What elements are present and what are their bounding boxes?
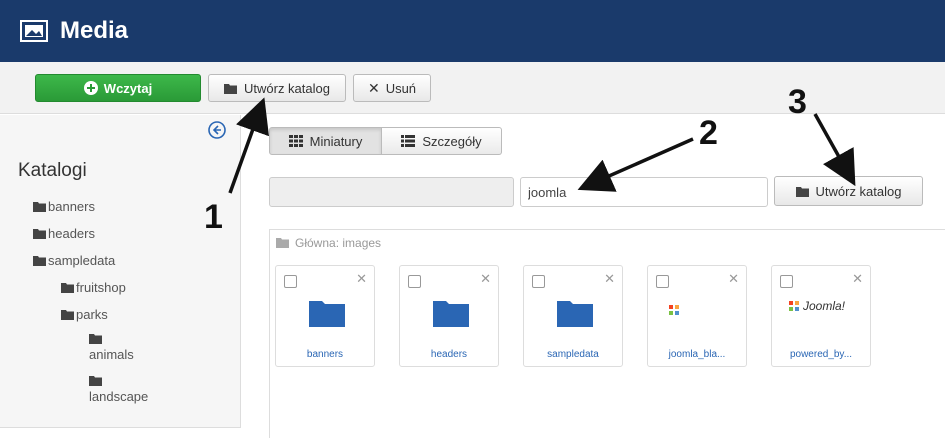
delete-item-icon[interactable]: ✕ [728, 271, 739, 287]
joomla-logo-icon [669, 305, 679, 315]
folder-open-icon [795, 186, 809, 197]
joomla-brand-text: Joomla! [803, 299, 846, 313]
folder-icon [557, 301, 593, 327]
sidebar-title: Katalogi [18, 160, 87, 181]
folder-icon [89, 376, 102, 386]
folder-name-input[interactable] [520, 177, 768, 207]
joomla-logo-icon [789, 301, 799, 311]
tree-item-landscape[interactable]: landscape [89, 376, 148, 404]
media-item-banners[interactable]: ✕ banners [275, 265, 375, 367]
media-icon [20, 20, 48, 42]
folder-icon [61, 282, 74, 293]
list-icon [401, 135, 416, 147]
create-folder-button[interactable]: Utwórz katalog [774, 176, 923, 206]
tree-item-banners[interactable]: banners [33, 199, 95, 214]
delete-item-icon[interactable]: ✕ [356, 271, 367, 287]
grid-icon [288, 135, 303, 147]
annotation-number-2: 2 [699, 114, 718, 152]
app-header: Media [0, 0, 945, 62]
delete-label: Usuń [385, 80, 417, 96]
media-item-headers[interactable]: ✕ headers [399, 265, 499, 367]
delete-button[interactable]: ✕ Usuń [353, 74, 431, 102]
folder-icon [33, 201, 46, 212]
folder-icon [33, 228, 46, 239]
tree-item-sampledata[interactable]: sampledata [33, 253, 115, 268]
select-checkbox[interactable] [656, 275, 669, 288]
create-folder-toolbar-button[interactable]: Utwórz katalog [208, 74, 346, 102]
create-folder-label: Utwórz katalog [244, 80, 330, 96]
media-item-sampledata[interactable]: ✕ sampledata [523, 265, 623, 367]
delete-item-icon[interactable]: ✕ [852, 271, 863, 287]
tree-item-fruitshop[interactable]: fruitshop [61, 280, 126, 295]
media-item-joomla-black[interactable]: ✕ joomla_bla... [647, 265, 747, 367]
details-view-button[interactable]: Szczegóły [382, 127, 502, 155]
thumbnails-view-button[interactable]: Miniatury [269, 127, 382, 155]
upload-label: Wczytaj [103, 80, 153, 96]
folder-icon [33, 255, 46, 266]
upload-button[interactable]: Wczytaj [35, 74, 201, 102]
plus-circle-icon [83, 81, 98, 95]
tree-item-animals[interactable]: animals [89, 334, 134, 362]
collapse-sidebar-icon[interactable] [208, 121, 226, 139]
annotation-number-1: 1 [204, 198, 223, 236]
select-checkbox[interactable] [532, 275, 545, 288]
folder-path-field [269, 177, 514, 207]
folder-icon [61, 309, 74, 320]
select-checkbox[interactable] [284, 275, 297, 288]
arrow-3 [813, 113, 856, 187]
folder-icon [433, 301, 469, 327]
joomla-brand-image: Joomla! [788, 296, 858, 316]
annotation-number-3: 3 [788, 83, 807, 121]
media-item-powered-by[interactable]: ✕ Joomla! powered_by... [771, 265, 871, 367]
breadcrumb[interactable]: Główna: images [276, 236, 381, 250]
folder-icon [276, 238, 289, 248]
folder-icon [89, 334, 102, 344]
close-icon: ✕ [367, 79, 380, 96]
page-title: Media [60, 17, 129, 44]
tree-item-parks[interactable]: parks [61, 307, 108, 322]
delete-item-icon[interactable]: ✕ [604, 271, 615, 287]
folder-open-icon [224, 83, 237, 94]
delete-item-icon[interactable]: ✕ [480, 271, 491, 287]
tree-item-headers[interactable]: headers [33, 226, 95, 241]
select-checkbox[interactable] [408, 275, 421, 288]
select-checkbox[interactable] [780, 275, 793, 288]
folder-icon [309, 301, 345, 327]
